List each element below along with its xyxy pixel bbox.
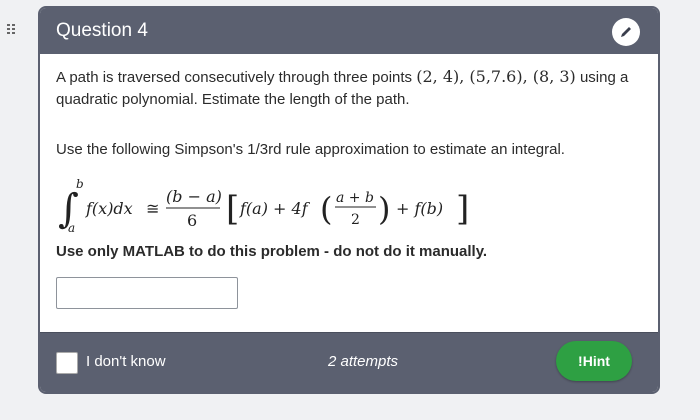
- upper-limit: b: [76, 177, 84, 191]
- prompt-text-start: A path is traversed consecutively throug…: [56, 69, 417, 86]
- integrand: f(x)dx: [85, 199, 133, 218]
- answer-input[interactable]: [56, 277, 238, 309]
- attempts-label: 2 attempts: [328, 353, 399, 370]
- right-bracket: ]: [456, 189, 469, 229]
- term-fb: + f(b): [396, 199, 443, 218]
- dont-know-checkbox[interactable]: [56, 352, 78, 374]
- instruction-text: Use the following Simpson's 1/3rd rule a…: [56, 141, 565, 158]
- approx-symbol: ≅: [146, 199, 159, 218]
- question-prompt: A path is traversed consecutively throug…: [56, 66, 642, 111]
- dont-know-label[interactable]: I don't know: [86, 353, 166, 370]
- question-header: Question 4: [40, 8, 658, 54]
- pencil-icon: [621, 27, 631, 37]
- simpson-formula: ∫ b a f(x)dx ≅ (b − a) 6 [ f(a) + 4f ( a…: [58, 177, 469, 235]
- lower-limit: a: [68, 221, 75, 235]
- question-body: A path is traversed consecutively throug…: [56, 66, 642, 309]
- question-title: Question 4: [56, 20, 148, 41]
- fraction-numerator: (b − a): [166, 187, 222, 206]
- points-list: (2, 4), (5,7.6), (8, 3): [416, 67, 576, 86]
- question-card: Question 4 A path is traversed consecuti…: [40, 8, 658, 392]
- inner-denominator: 2: [351, 212, 360, 228]
- drag-handle-icon[interactable]: [6, 22, 20, 36]
- matlab-warning: Use only MATLAB to do this problem - do …: [56, 243, 488, 260]
- question-footer: I don't know 2 attempts !Hint: [40, 332, 658, 392]
- left-bracket: [: [226, 189, 239, 229]
- hint-button[interactable]: !Hint: [556, 341, 632, 381]
- right-paren: ): [378, 190, 390, 228]
- inner-numerator: a + b: [336, 190, 374, 206]
- fraction-denominator: 6: [187, 211, 197, 230]
- term-fa-4f: f(a) + 4f: [239, 199, 311, 218]
- edit-button[interactable]: [612, 18, 640, 46]
- left-paren: (: [320, 190, 332, 228]
